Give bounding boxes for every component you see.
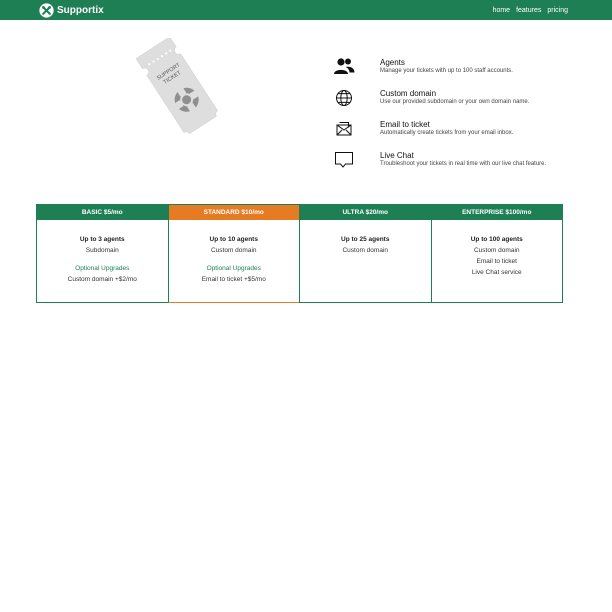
plan-feature: Custom domain	[473, 247, 520, 254]
feature-title: Custom domain	[380, 89, 437, 98]
plan-agents: Up to 10 agents	[209, 236, 258, 243]
nav-link-features[interactable]: features	[516, 7, 541, 14]
plan-upgrades-title: Optional Upgrades	[206, 265, 261, 272]
plan-agents: Up to 100 agents	[470, 236, 523, 243]
plan-header: ULTRA $20/mo	[300, 205, 431, 220]
crossed-tools-icon	[39, 2, 54, 18]
feature-description: Troubleshoot your tickets in real time w…	[380, 161, 547, 167]
plan-feature: Subdomain	[85, 247, 119, 254]
feature-title: Live Chat	[380, 151, 414, 160]
brand-name: Supportix	[57, 4, 104, 16]
pricing-plans: BASIC $5/mo Up to 3 agents Subdomain Opt…	[36, 204, 566, 303]
plan-header: ENTERPRISE $100/mo	[431, 205, 562, 220]
plan-ultra[interactable]: ULTRA $20/mo Up to 25 agents Custom doma…	[299, 204, 432, 303]
users-icon	[334, 58, 355, 74]
brand-logo[interactable]: Supportix	[39, 2, 104, 18]
support-ticket-illustration: SUPPORT TICKET	[135, 38, 218, 135]
feature-live-chat: Live Chat Troubleshoot your tickets in r…	[332, 149, 582, 173]
plan-feature: Email to ticket	[476, 258, 517, 265]
plan-agents: Up to 25 agents	[341, 236, 390, 243]
feature-email-to-ticket: Email to ticket Automatically create tic…	[332, 118, 582, 142]
nav-link-home[interactable]: home	[493, 7, 511, 14]
feature-custom-domain: Custom domain Use our provided subdomain…	[332, 87, 582, 111]
plan-enterprise[interactable]: ENTERPRISE $100/mo Up to 100 agents Cust…	[430, 204, 563, 303]
feature-description: Use our provided subdomain or your own d…	[380, 99, 530, 105]
nav-links: home features pricing	[493, 7, 568, 14]
plan-upgrades-title: Optional Upgrades	[75, 265, 130, 272]
plan-standard[interactable]: STANDARD $10/mo Up to 10 agents Custom d…	[167, 204, 300, 303]
nav-link-pricing[interactable]: pricing	[547, 7, 568, 14]
globe-icon	[336, 90, 352, 106]
feature-description: Automatically create tickets from your e…	[380, 130, 514, 136]
plan-upgrade: Custom domain +$2/mo	[67, 276, 137, 283]
feature-title: Agents	[380, 58, 405, 67]
feature-description: Manage your tickets with up to 100 staff…	[380, 68, 513, 74]
top-navbar: Supportix home features pricing	[0, 0, 612, 20]
plan-feature: Custom domain	[342, 247, 389, 254]
plan-upgrade: Email to ticket +$5/mo	[201, 276, 266, 283]
plan-basic[interactable]: BASIC $5/mo Up to 3 agents Subdomain Opt…	[36, 204, 169, 303]
plan-feature: Custom domain	[210, 247, 257, 254]
feature-title: Email to ticket	[380, 120, 430, 129]
chat-bubble-icon	[335, 152, 353, 168]
plan-header: STANDARD $10/mo	[168, 205, 299, 220]
plan-header: BASIC $5/mo	[37, 205, 168, 220]
envelope-icon	[336, 122, 352, 136]
plan-feature: Live Chat service	[471, 269, 522, 276]
feature-agents: Agents Manage your tickets with up to 10…	[332, 56, 582, 80]
plan-agents: Up to 3 agents	[79, 236, 125, 243]
